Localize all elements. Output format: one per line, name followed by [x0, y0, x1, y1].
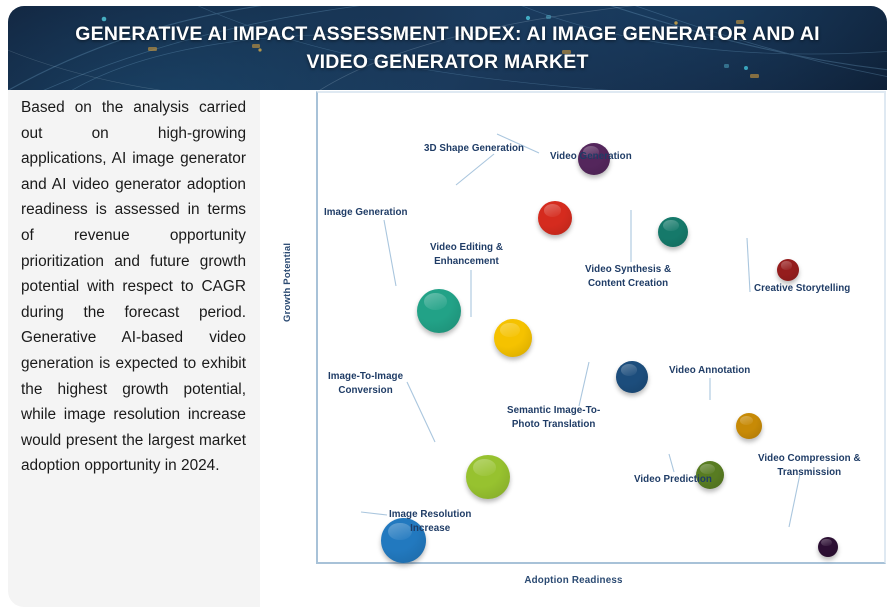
bubble-label: Video Compression & Transmission [758, 453, 861, 478]
bubble-point[interactable] [735, 412, 762, 439]
bubble-label: Video Annotation [669, 365, 751, 376]
bubble-point[interactable] [465, 454, 510, 499]
summary-panel: Based on the analysis carried out on hig… [8, 90, 260, 607]
bubble-point[interactable] [658, 216, 689, 247]
bubble-label: Video Generation [550, 151, 632, 162]
bubble-label: Image Resolution Increase [389, 509, 472, 534]
bubble-label: Video Synthesis & Content Creation [585, 264, 672, 289]
header-banner: GENERATIVE AI IMPACT ASSESSMENT INDEX: A… [8, 6, 887, 90]
bubble-point[interactable] [615, 360, 648, 393]
bubble-label: Creative Storytelling [754, 283, 851, 294]
bubble-point[interactable] [777, 259, 800, 282]
bubble-layer: Video Generation 3D Shape Generation Video… [260, 90, 887, 607]
bubble-point[interactable] [538, 200, 573, 235]
bubble-chart: Growth Potential Adoption Readiness Vide… [260, 90, 887, 607]
summary-text: Based on the analysis carried out on hig… [21, 99, 246, 475]
generative-ai-impact-assessment-infographic: GENERATIVE AI IMPACT ASSESSMENT INDEX: A… [0, 0, 895, 615]
bubble-point[interactable] [417, 289, 462, 334]
bubble-point[interactable] [494, 318, 533, 357]
bubble-label: 3D Shape Generation [424, 143, 525, 154]
page-title: GENERATIVE AI IMPACT ASSESSMENT INDEX: A… [75, 23, 820, 73]
bubble-label: Semantic Image-To- Photo Translation [507, 405, 601, 430]
bubble-label: Image-To-Image Conversion [328, 371, 404, 396]
bubble-label: Image Generation [324, 207, 408, 218]
bubble-point[interactable] [817, 536, 838, 557]
bubble-label: Video Prediction [634, 474, 712, 485]
bubble-label: Video Editing & Enhancement [430, 242, 503, 267]
